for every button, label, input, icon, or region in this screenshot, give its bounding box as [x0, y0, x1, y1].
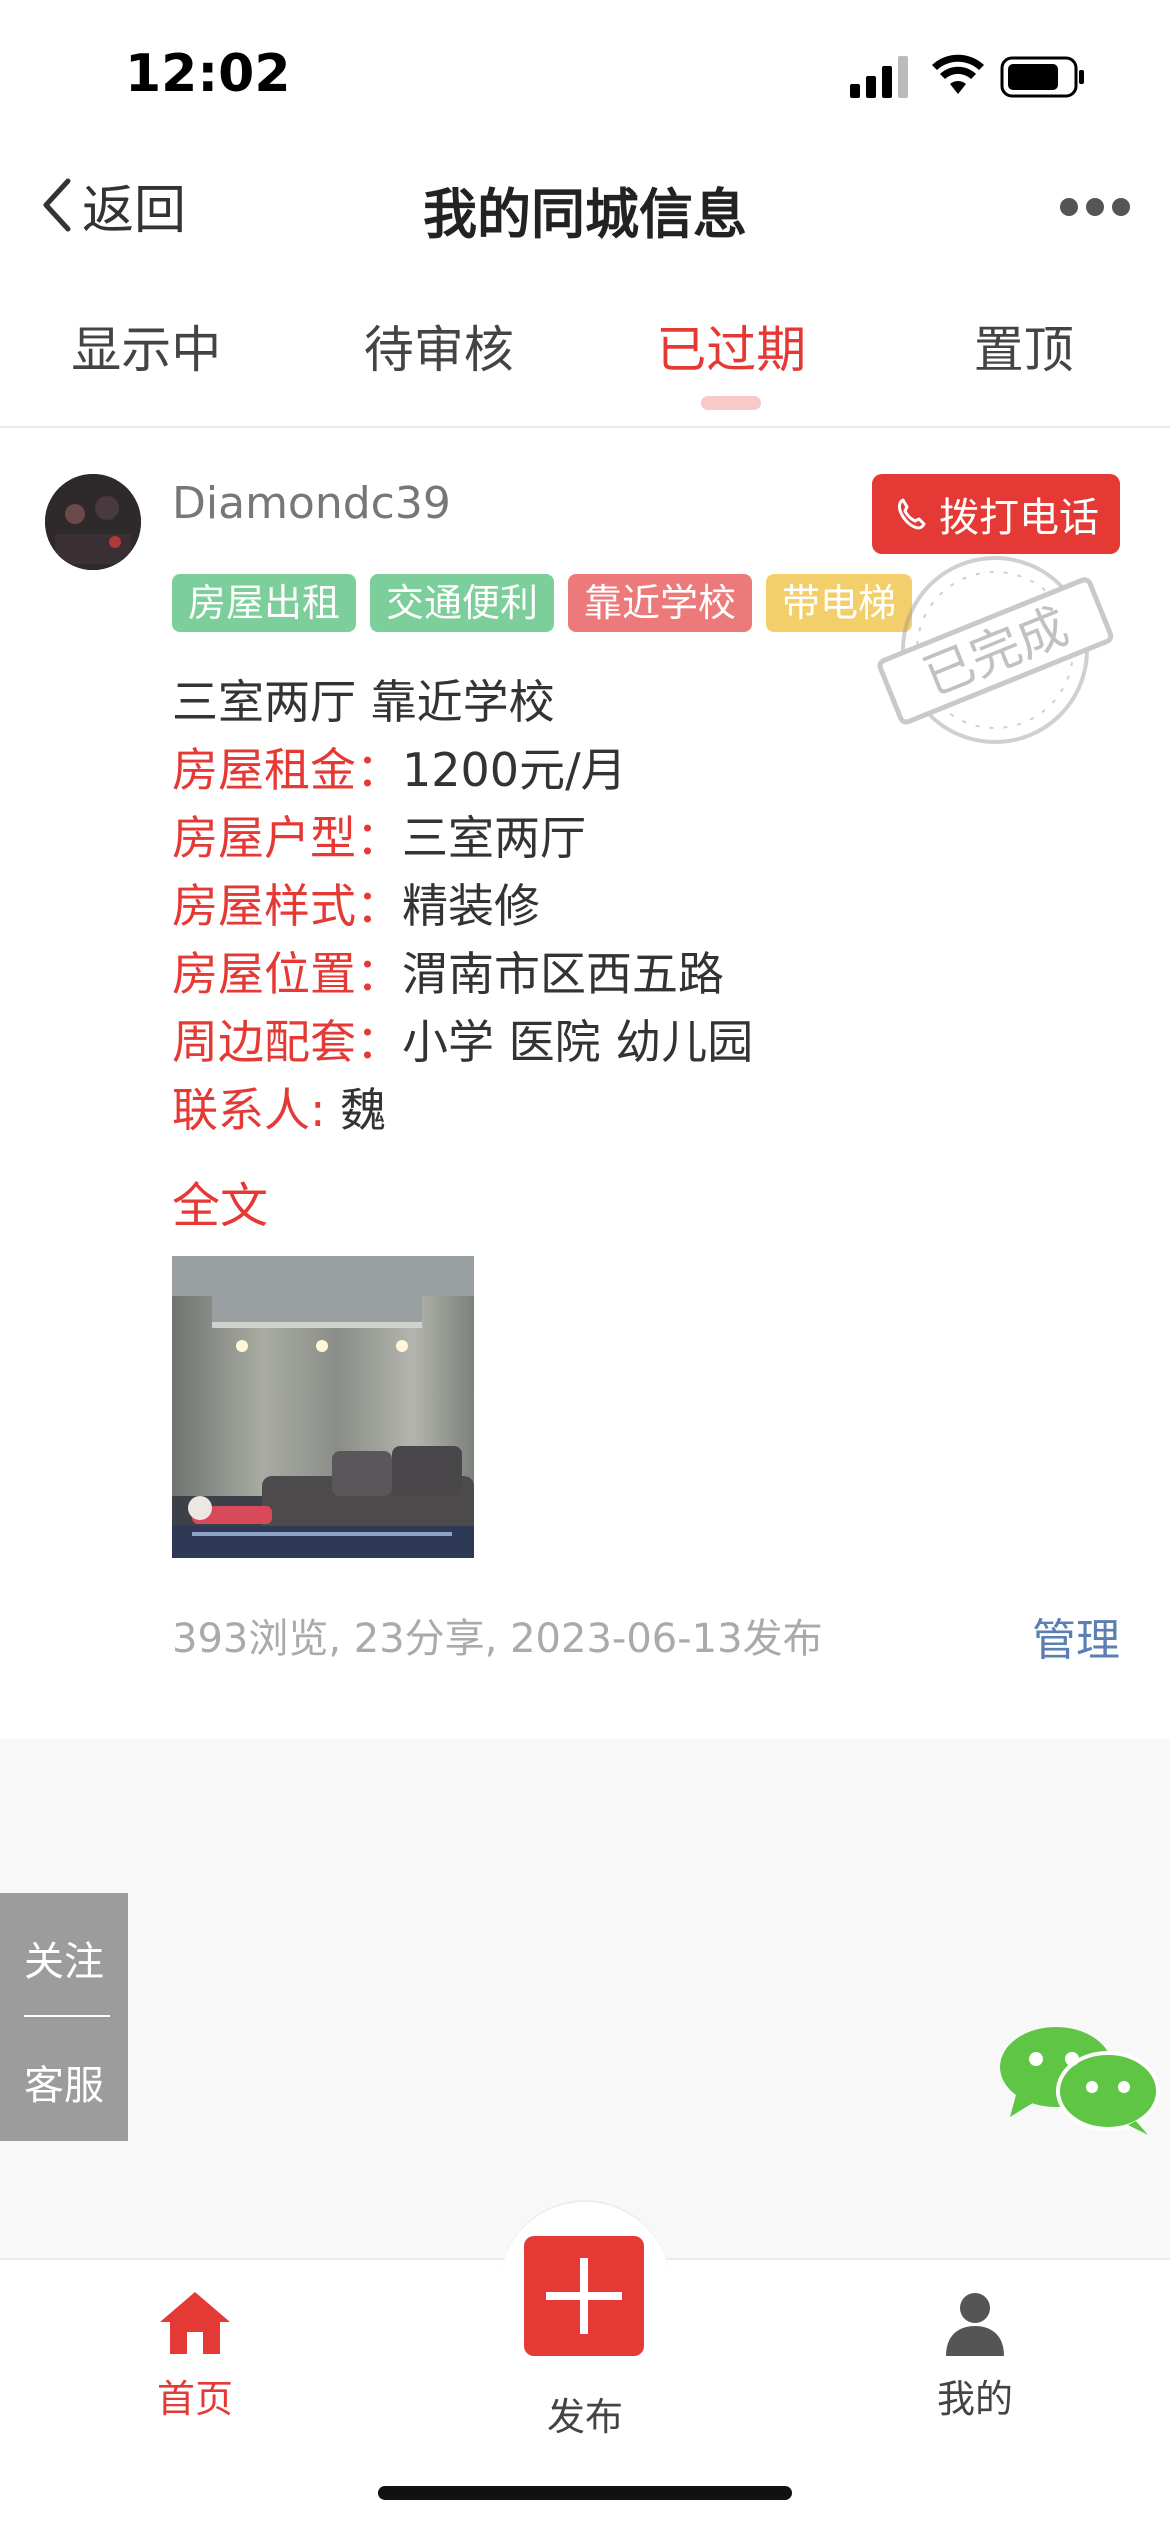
- tab-pending[interactable]: 待审核: [293, 300, 586, 420]
- field-facilities: 周边配套：小学 医院 幼儿园: [172, 1006, 753, 1072]
- tab-pinned[interactable]: 置顶: [878, 300, 1170, 420]
- customer-service-button[interactable]: 客服: [0, 2053, 128, 2111]
- home-indicator: [378, 2486, 792, 2500]
- tab-active-indicator: [701, 396, 761, 410]
- field-layout: 房屋户型：三室两厅: [172, 802, 586, 868]
- nav-publish-label: 发布: [485, 2386, 685, 2441]
- username: Diamondc39: [172, 478, 451, 529]
- field-value: 1200元/月: [402, 743, 627, 797]
- tab-label: 待审核: [364, 321, 514, 379]
- status-time: 12:02: [125, 44, 291, 104]
- more-dot: [1112, 198, 1130, 216]
- tab-label: 置顶: [974, 321, 1074, 379]
- more-dot: [1086, 198, 1104, 216]
- status-icons: [850, 50, 1090, 110]
- tab-label: 已过期: [656, 321, 806, 379]
- more-dot: [1060, 198, 1078, 216]
- follow-service-panel[interactable]: 关注 客服: [0, 1893, 128, 2141]
- nav-publish[interactable]: 发布: [485, 2378, 685, 2441]
- room-photo: [172, 1256, 474, 1558]
- nav-home[interactable]: 首页: [95, 2290, 295, 2423]
- user-icon: [942, 2290, 1008, 2356]
- signal-icon: [850, 56, 912, 98]
- avatar[interactable]: [45, 474, 141, 570]
- tab-expired[interactable]: 已过期: [585, 300, 878, 420]
- home-icon: [158, 2290, 232, 2356]
- field-rent: 房屋租金：1200元/月: [172, 734, 627, 800]
- page-title: 我的同城信息: [0, 170, 1170, 249]
- tab-bar: 显示中 待审核 已过期 置顶: [0, 300, 1170, 420]
- field-key: 房屋户型：: [172, 811, 402, 865]
- post-headline: 三室两厅 靠近学校: [172, 666, 555, 732]
- nav-mine-label: 我的: [875, 2368, 1075, 2423]
- field-value: 小学 医院 幼儿园: [402, 1015, 753, 1069]
- phone-icon: [893, 496, 929, 532]
- more-button[interactable]: [1060, 195, 1130, 219]
- post-meta: 393浏览, 23分享, 2023-06-13发布: [172, 1606, 823, 1664]
- wechat-icon[interactable]: [996, 2025, 1166, 2135]
- publish-button[interactable]: [524, 2236, 644, 2356]
- divider: [0, 426, 1170, 428]
- post-photo[interactable]: [172, 1256, 474, 1558]
- field-contact: 联系人: 魏: [172, 1074, 386, 1140]
- field-key: 房屋样式：: [172, 879, 402, 933]
- completed-stamp: 已完成: [860, 550, 1130, 750]
- battery-icon: [1000, 56, 1086, 98]
- tag-list: 房屋出租 交通便利 靠近学校 带电梯: [172, 574, 912, 632]
- plus-icon: [524, 2236, 644, 2356]
- field-key: 房屋位置：: [172, 947, 402, 1001]
- call-button[interactable]: 拨打电话: [872, 474, 1120, 554]
- field-value: 三室两厅: [402, 811, 586, 865]
- wifi-icon: [930, 54, 986, 96]
- field-value: 渭南市区西五路: [402, 947, 724, 1001]
- field-value: 魏: [340, 1083, 386, 1137]
- divider: [24, 2015, 110, 2017]
- nav-home-label: 首页: [95, 2368, 295, 2423]
- field-style: 房屋样式：精装修: [172, 870, 540, 936]
- field-key: 联系人:: [172, 1083, 340, 1137]
- tag: 房屋出租: [172, 574, 356, 632]
- field-value: 精装修: [402, 879, 540, 933]
- field-key: 房屋租金：: [172, 743, 402, 797]
- tab-showing[interactable]: 显示中: [0, 300, 293, 420]
- field-key: 周边配套：: [172, 1015, 402, 1069]
- content-background: [0, 1738, 1170, 2258]
- tab-label: 显示中: [71, 321, 221, 379]
- field-location: 房屋位置：渭南市区西五路: [172, 938, 724, 1004]
- tag: 交通便利: [370, 574, 554, 632]
- follow-button[interactable]: 关注: [0, 1929, 128, 1987]
- avatar-image: [45, 474, 141, 570]
- tag: 靠近学校: [568, 574, 752, 632]
- call-label: 拨打电话: [939, 485, 1099, 543]
- full-text-link[interactable]: 全文: [172, 1166, 268, 1236]
- manage-link[interactable]: 管理: [1032, 1604, 1120, 1668]
- nav-mine[interactable]: 我的: [875, 2290, 1075, 2423]
